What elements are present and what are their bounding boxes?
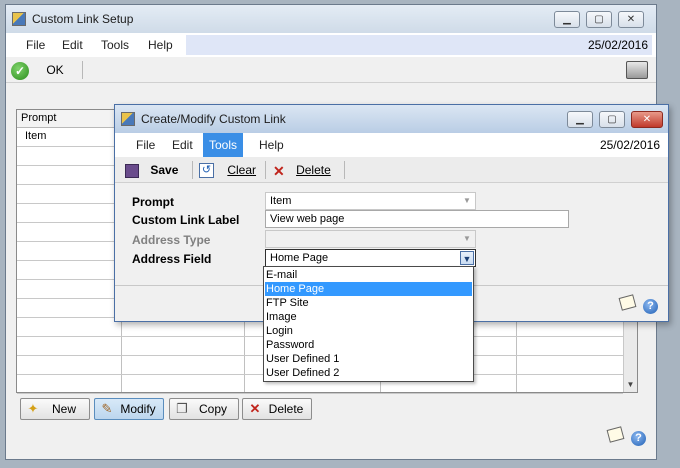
- save-button[interactable]: Save: [125, 160, 185, 180]
- prompt-cell: Item: [25, 130, 47, 142]
- user-date: 25/02/2016: [587, 38, 648, 52]
- custom-link-label-label: Custom Link Label: [132, 213, 240, 227]
- delete-x-icon: ✕: [273, 162, 285, 179]
- prompt-select[interactable]: Item ▼: [265, 192, 476, 210]
- printer-icon[interactable]: [626, 61, 648, 79]
- clear-label: Clear: [227, 163, 257, 177]
- close-icon[interactable]: ✕: [618, 11, 644, 28]
- dialog-app-icon: [121, 112, 135, 126]
- outer-help-area: ?: [606, 426, 646, 446]
- dropdown-option-home-page[interactable]: Home Page: [265, 282, 472, 296]
- address-field-chevron-down-icon[interactable]: ▼: [460, 251, 474, 265]
- address-field-select[interactable]: Home Page ▼: [265, 249, 476, 267]
- toolbar-separator: [82, 61, 83, 79]
- dialog-note-icon[interactable]: [618, 294, 637, 311]
- dropdown-option-user-defined-2[interactable]: User Defined 2: [265, 366, 472, 380]
- delete-button[interactable]: ✕ Delete: [242, 398, 312, 420]
- clear-button[interactable]: ↺ Clear: [199, 160, 261, 180]
- prompt-value: Item: [270, 195, 292, 207]
- window-title: Custom Link Setup: [32, 12, 134, 26]
- dropdown-option-ftp-site[interactable]: FTP Site: [265, 296, 472, 310]
- dropdown-option-email[interactable]: E-mail: [265, 268, 472, 282]
- delete-label: Delete: [296, 163, 331, 177]
- dialog-maximize-icon[interactable]: ▢: [599, 111, 625, 128]
- delete-toolbar-button[interactable]: ✕ Delete: [273, 160, 339, 180]
- app-icon: [12, 12, 26, 26]
- dialog-title-bar[interactable]: Create/Modify Custom Link ▁ ▢ ✕: [115, 105, 668, 133]
- note-icon[interactable]: [606, 426, 625, 443]
- address-field-value: Home Page: [270, 252, 329, 264]
- custom-link-label-value: View web page: [270, 213, 345, 225]
- dialog-help-area: ?: [618, 294, 658, 314]
- save-label: Save: [150, 163, 179, 177]
- ok-label: OK: [46, 63, 64, 77]
- dialog-menu-help[interactable]: Help: [253, 133, 290, 157]
- save-disk-icon: [125, 163, 139, 178]
- custom-link-label-input[interactable]: View web page: [265, 210, 569, 228]
- menu-edit[interactable]: Edit: [56, 33, 89, 57]
- help-icon[interactable]: ?: [631, 431, 646, 446]
- dropdown-option-user-defined-1[interactable]: User Defined 1: [265, 352, 472, 366]
- toolbar-separator: [265, 161, 266, 179]
- title-bar[interactable]: Custom Link Setup ▁ ▢ ✕: [6, 5, 656, 33]
- prompt-label: Prompt: [132, 195, 174, 209]
- prompt-column-header: Prompt: [21, 112, 57, 124]
- menu-tools[interactable]: Tools: [95, 33, 135, 57]
- maximize-icon[interactable]: ▢: [586, 11, 612, 28]
- modify-button[interactable]: ✎ Modify: [94, 398, 164, 420]
- dialog-minimize-icon[interactable]: ▁: [567, 111, 593, 128]
- dialog-menu-tools[interactable]: Tools: [203, 133, 244, 157]
- copy-button[interactable]: ❐ Copy: [169, 398, 239, 420]
- dialog-help-icon[interactable]: ?: [643, 299, 658, 314]
- scroll-down-icon[interactable]: ▼: [624, 378, 637, 392]
- menu-file[interactable]: File: [20, 33, 51, 57]
- dialog-title: Create/Modify Custom Link: [141, 112, 286, 126]
- prompt-chevron-down-icon[interactable]: ▼: [460, 194, 474, 208]
- dropdown-option-password[interactable]: Password: [265, 338, 472, 352]
- dialog-close-icon[interactable]: ✕: [631, 111, 663, 128]
- address-type-chevron-down-icon: ▼: [463, 234, 471, 243]
- undo-icon: ↺: [199, 163, 214, 179]
- menu-bar-fill: [186, 35, 652, 55]
- dialog-menu-edit[interactable]: Edit: [166, 133, 199, 157]
- address-type-label: Address Type: [132, 233, 211, 247]
- checkmark-icon: ✓: [11, 61, 29, 80]
- dropdown-option-login[interactable]: Login: [265, 324, 472, 338]
- toolbar-separator: [344, 161, 345, 179]
- menu-bar: File Edit Tools Help 25/02/2016: [6, 33, 656, 57]
- minimize-icon[interactable]: ▁: [554, 11, 580, 28]
- menu-help[interactable]: Help: [142, 33, 179, 57]
- address-field-dropdown-list: E-mail Home Page FTP Site Image Login Pa…: [263, 266, 474, 382]
- ok-button[interactable]: ✓ OK: [11, 60, 71, 80]
- new-button[interactable]: ✦ New: [20, 398, 90, 420]
- toolbar-separator: [192, 161, 193, 179]
- address-type-select: ▼: [265, 230, 476, 248]
- address-field-label: Address Field: [132, 252, 212, 266]
- dialog-menu-file[interactable]: File: [130, 133, 161, 157]
- toolbar: ✓ OK: [6, 57, 656, 83]
- dropdown-option-image[interactable]: Image: [265, 310, 472, 324]
- dialog-user-date: 25/02/2016: [599, 138, 660, 152]
- dialog-toolbar: Save ↺ Clear ✕ Delete: [115, 157, 668, 183]
- dialog-menu-bar: File Edit Tools Help 25/02/2016: [115, 133, 668, 157]
